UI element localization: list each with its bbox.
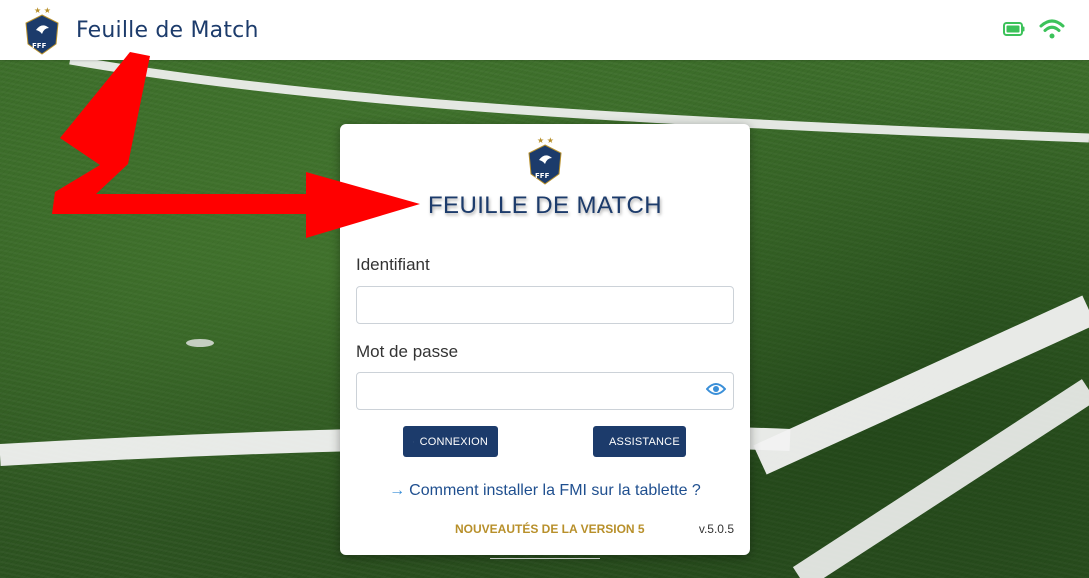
username-label: Identifiant [356,255,430,274]
password-input[interactable] [356,372,734,410]
svg-text:★ ★: ★ ★ [34,6,51,15]
status-bar [1003,18,1065,40]
connexion-label: CONNEXION [419,435,488,448]
username-input[interactable] [356,286,734,324]
app-header: ★ ★ FFF Feuille de Match [0,0,1089,60]
app-title: Feuille de Match [76,17,259,43]
install-guide-link[interactable]: → Comment installer la FMI sur la tablett… [340,482,750,500]
login-title: FEUILLE DE MATCH [428,192,662,219]
password-label: Mot de passe [356,342,459,361]
wifi-icon [1039,19,1065,39]
battery-icon [1003,22,1025,36]
assistance-button[interactable]: ? ASSISTANCE [593,426,686,457]
eye-icon[interactable] [706,382,726,396]
whats-new-link[interactable]: NOUVEAUTÉS DE LA VERSION 5 [455,522,645,536]
install-link-text: Comment installer la FMI sur la tablette… [409,482,701,499]
fff-crest-icon: ★ ★ FFF [524,134,566,186]
fff-crest-icon: ★ ★ FFF [22,4,62,56]
login-card: ★ ★ FFF FEUILLE DE MATCH Identifiant Mot… [340,124,750,555]
arrow-right-icon: → [389,482,406,499]
connexion-button[interactable]: CONNEXION [403,426,498,457]
svg-text:FFF: FFF [535,172,550,180]
svg-text:FFF: FFF [32,42,47,50]
svg-text:★ ★: ★ ★ [537,136,554,145]
sign-in-icon [413,441,414,442]
assistance-label: ASSISTANCE [609,435,680,448]
version-label: v.5.0.5 [698,522,734,536]
